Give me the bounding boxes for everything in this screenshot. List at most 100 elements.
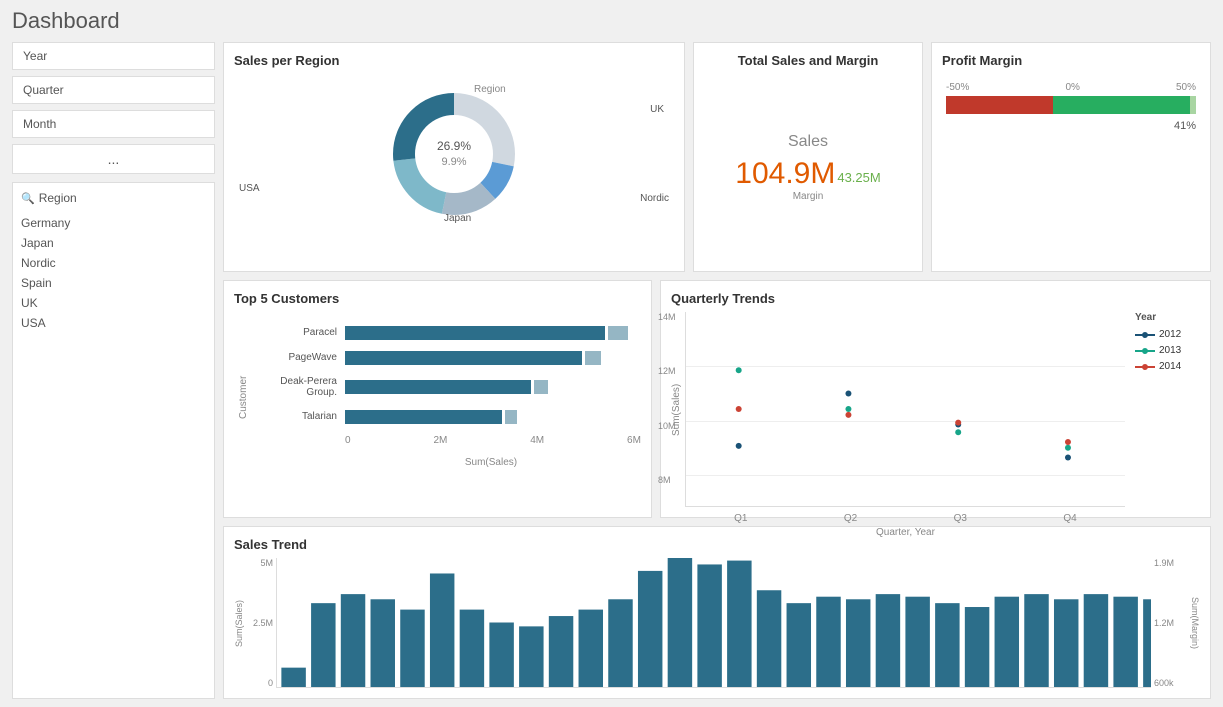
middle-row: Top 5 Customers Customer Paracel [223, 280, 1211, 518]
x-tick-2m: 2M [433, 435, 447, 446]
bar-10 [549, 616, 573, 687]
region-label: Region [39, 191, 77, 205]
trend-right-y-label: Sum(Margin) [1186, 558, 1200, 688]
main-layout: Year Quarter Month ... 🔍 Region Germany … [12, 42, 1211, 699]
ytick-5m: 5M [248, 558, 273, 568]
bar-paracel [345, 326, 605, 340]
trend-y-ticks-left: 5M 2.5M 0 [248, 558, 276, 688]
dashboard-container: Dashboard Year Quarter Month ... 🔍 Regio… [0, 0, 1223, 707]
quarterly-legend-title: Year [1135, 312, 1200, 323]
bar-27 [1054, 599, 1078, 687]
bar-13 [638, 571, 662, 687]
bar-16 [727, 561, 751, 687]
donut-label-region: Region [474, 84, 506, 95]
bar-21 [876, 594, 900, 687]
bar-22 [905, 597, 929, 687]
profit-bar-labels: -50% 0% 50% [946, 82, 1196, 93]
sales-region-title: Sales per Region [234, 53, 674, 68]
top5-x-label: Sum(Sales) [253, 457, 641, 468]
total-sales-title: Total Sales and Margin [738, 53, 879, 68]
region-filter-header: 🔍 Region [21, 191, 206, 205]
sales-region-card: Sales per Region [223, 42, 685, 272]
bar-deak [345, 380, 531, 394]
trend-y-ticks-right: 1.9M 1.2M 600k [1151, 558, 1186, 688]
sidebar: Year Quarter Month ... 🔍 Region Germany … [12, 42, 215, 699]
bar-8 [489, 623, 513, 688]
bar-19 [816, 597, 840, 687]
bar-20 [846, 599, 870, 687]
region-item-uk[interactable]: UK [21, 293, 206, 313]
region-item-japan[interactable]: Japan [21, 233, 206, 253]
bar-talarian-sm [505, 410, 517, 424]
q-dot-2012-4 [1065, 455, 1071, 461]
donut-svg: 26.9% 9.9% [374, 74, 534, 234]
quarterly-card: Quarterly Trends Sum(Sales) 14M 12M 10M … [660, 280, 1211, 518]
x-tick-4m: 4M [530, 435, 544, 446]
q-ytick-8m: 8M [658, 475, 671, 485]
profit-label-pos: 50% [1176, 82, 1196, 93]
q-dot-2014-3 [955, 420, 961, 426]
legend-dot-2013 [1142, 348, 1148, 354]
quarterly-legend: Year 2012 2013 [1125, 312, 1200, 507]
top5-title: Top 5 Customers [234, 291, 641, 306]
dashboard-title: Dashboard [12, 8, 1211, 34]
profit-label-zero: 0% [1065, 82, 1079, 93]
bar-track-talarian [345, 410, 641, 424]
region-item-usa[interactable]: USA [21, 313, 206, 333]
top-row: Sales per Region [223, 42, 1211, 272]
quarterly-content: Sum(Sales) 14M 12M 10M 8M [671, 312, 1200, 507]
bar-label-paracel: Paracel [253, 327, 341, 338]
legend-dot-2014 [1142, 364, 1148, 370]
sales-label: Sales [788, 133, 828, 151]
q-dot-2013-1 [736, 367, 742, 373]
region-item-spain[interactable]: Spain [21, 273, 206, 293]
bar-row-paracel: Paracel [253, 326, 641, 340]
bar-pagewave [345, 351, 582, 365]
quarterly-x-axis-label: Quarter, Year [686, 527, 1125, 538]
profit-bar-extra [1190, 96, 1196, 114]
svg-text:9.9%: 9.9% [441, 156, 466, 168]
profit-margin-content: -50% 0% 50% 41% [942, 74, 1200, 140]
top5-chart: Customer Paracel PageWave [234, 312, 641, 482]
quarterly-y-label: Sum(Sales) [671, 312, 685, 507]
more-filters[interactable]: ... [12, 144, 215, 174]
bar-7 [460, 610, 484, 687]
q-dot-2012-1 [736, 443, 742, 449]
bar-24 [965, 607, 989, 687]
sales-trend-card: Sales Trend Sum(Sales) 5M 2.5M 0 [223, 526, 1211, 699]
profit-margin-card: Profit Margin -50% 0% 50% 41% [931, 42, 1211, 272]
region-list: Germany Japan Nordic Spain UK USA [21, 213, 206, 333]
region-item-germany[interactable]: Germany [21, 213, 206, 233]
bar-11 [579, 610, 603, 687]
bar-label-deak: Deak-Perera Group. [253, 376, 341, 398]
bar-5 [400, 610, 424, 687]
month-filter[interactable]: Month [12, 110, 215, 138]
profit-bar-positive [1053, 96, 1191, 114]
region-item-nordic[interactable]: Nordic [21, 253, 206, 273]
x-tick-6m: 6M [627, 435, 641, 446]
bar-pagewave-sm [585, 351, 601, 365]
legend-label-2012: 2012 [1159, 329, 1181, 340]
total-sales-card: Total Sales and Margin Sales 104.9M 43.2… [693, 42, 923, 272]
bar-3 [341, 594, 365, 687]
bar-29 [1113, 597, 1137, 687]
q-ytick-14m: 14M [658, 312, 676, 322]
q-dot-2013-2 [845, 406, 851, 412]
quarter-filter[interactable]: Quarter [12, 76, 215, 104]
legend-line-2014 [1135, 366, 1155, 368]
trend-chart-area: 2012-... 2012-... 2012-... 2012-... 2012… [276, 558, 1151, 688]
sales-trend-content: Sum(Sales) 5M 2.5M 0 [234, 558, 1200, 688]
bar-23 [935, 603, 959, 687]
donut-label-nordic: Nordic [640, 193, 669, 204]
q-ytick-12m: 12M [658, 366, 676, 376]
q-x-q3: Q3 [954, 513, 967, 524]
donut-label-japan: Japan [444, 213, 471, 224]
donut-chart: 26.9% 9.9% Region UK Nordic Japan USA [234, 74, 674, 234]
total-sales-content: Sales 104.9M 43.25M Margin [735, 74, 880, 261]
bar-2 [311, 603, 335, 687]
year-filter[interactable]: Year [12, 42, 215, 70]
x-tick-0: 0 [345, 435, 351, 446]
donut-label-usa: USA [239, 183, 260, 194]
trend-left-y-label: Sum(Sales) [234, 558, 248, 688]
quarterly-svg [686, 312, 1125, 506]
